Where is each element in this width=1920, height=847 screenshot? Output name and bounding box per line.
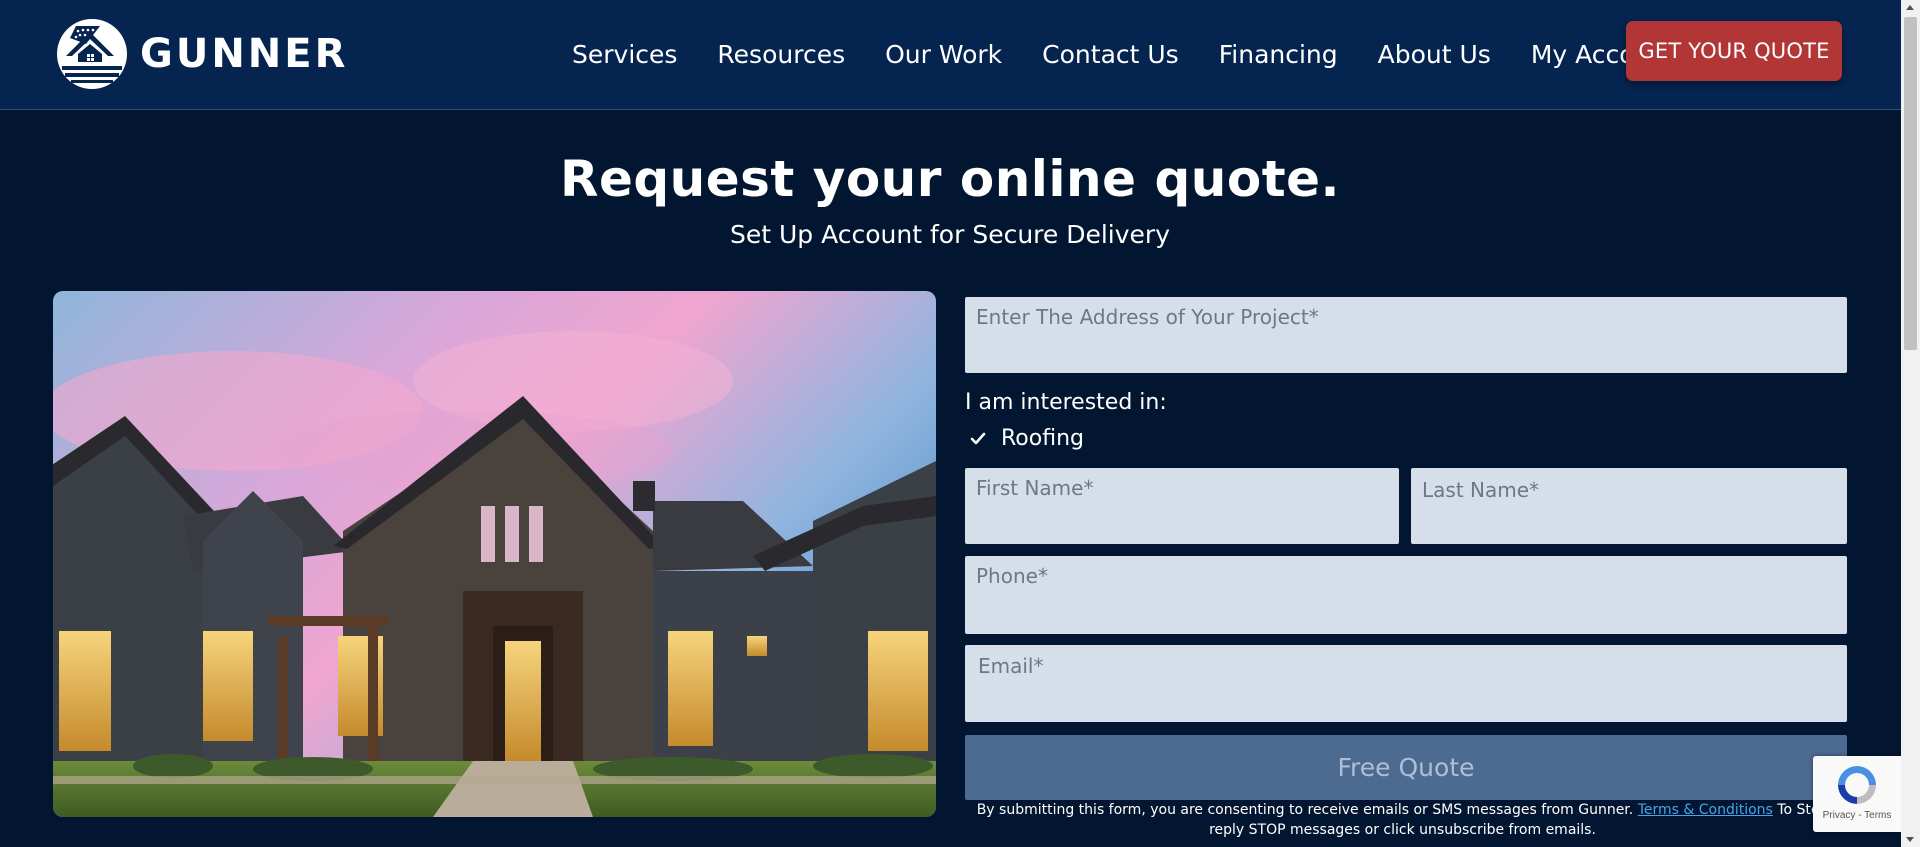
scroll-down-arrow-icon[interactable]	[1906, 837, 1914, 842]
scroll-thumb[interactable]	[1904, 17, 1917, 350]
nav-item-contact-us[interactable]: Contact Us	[1042, 37, 1179, 73]
page-title: Request your online quote.	[559, 150, 1341, 208]
brand-logo[interactable]: GUNNER	[56, 18, 348, 90]
house-photo	[53, 291, 936, 817]
free-quote-button[interactable]: Free Quote	[965, 735, 1847, 800]
email-input[interactable]: Email*	[965, 645, 1847, 722]
check-icon	[970, 432, 986, 444]
nav-item-about-us[interactable]: About Us	[1378, 37, 1491, 73]
disclaimer-text-before: By submitting this form, you are consent…	[976, 802, 1638, 818]
page-scrollbar[interactable]	[1901, 0, 1920, 847]
main-nav: Services Resources Our Work Contact Us F…	[572, 37, 1676, 73]
gunner-shield-house-icon	[57, 19, 127, 89]
scroll-up-arrow-icon[interactable]	[1906, 5, 1914, 10]
recaptcha-links[interactable]: Privacy - Terms	[1823, 810, 1892, 821]
get-your-quote-button[interactable]: GET YOUR QUOTE	[1626, 21, 1842, 81]
roofing-checkbox[interactable]: Roofing	[970, 426, 1084, 451]
roofing-label: Roofing	[1001, 426, 1084, 451]
nav-item-financing[interactable]: Financing	[1219, 37, 1338, 73]
nav-item-our-work[interactable]: Our Work	[885, 37, 1002, 73]
brand-name: GUNNER	[140, 31, 349, 77]
last-name-input[interactable]: Last Name*	[1411, 468, 1847, 544]
first-name-input[interactable]: First Name*	[965, 468, 1399, 544]
terms-conditions-link[interactable]: Terms & Conditions	[1638, 802, 1773, 818]
page-subtitle: Set Up Account for Secure Delivery	[730, 220, 1170, 249]
site-header: GUNNER Services Resources Our Work Conta…	[0, 0, 1901, 110]
consent-disclaimer: By submitting this form, you are consent…	[960, 800, 1845, 840]
phone-input[interactable]: Phone*	[965, 556, 1847, 634]
nav-item-services[interactable]: Services	[572, 37, 677, 73]
interest-label: I am interested in:	[965, 390, 1167, 415]
recaptcha-badge[interactable]: Privacy - Terms	[1813, 756, 1901, 832]
recaptcha-icon	[1838, 766, 1876, 804]
address-input[interactable]: Enter The Address of Your Project*	[965, 297, 1847, 373]
nav-item-resources[interactable]: Resources	[717, 37, 845, 73]
